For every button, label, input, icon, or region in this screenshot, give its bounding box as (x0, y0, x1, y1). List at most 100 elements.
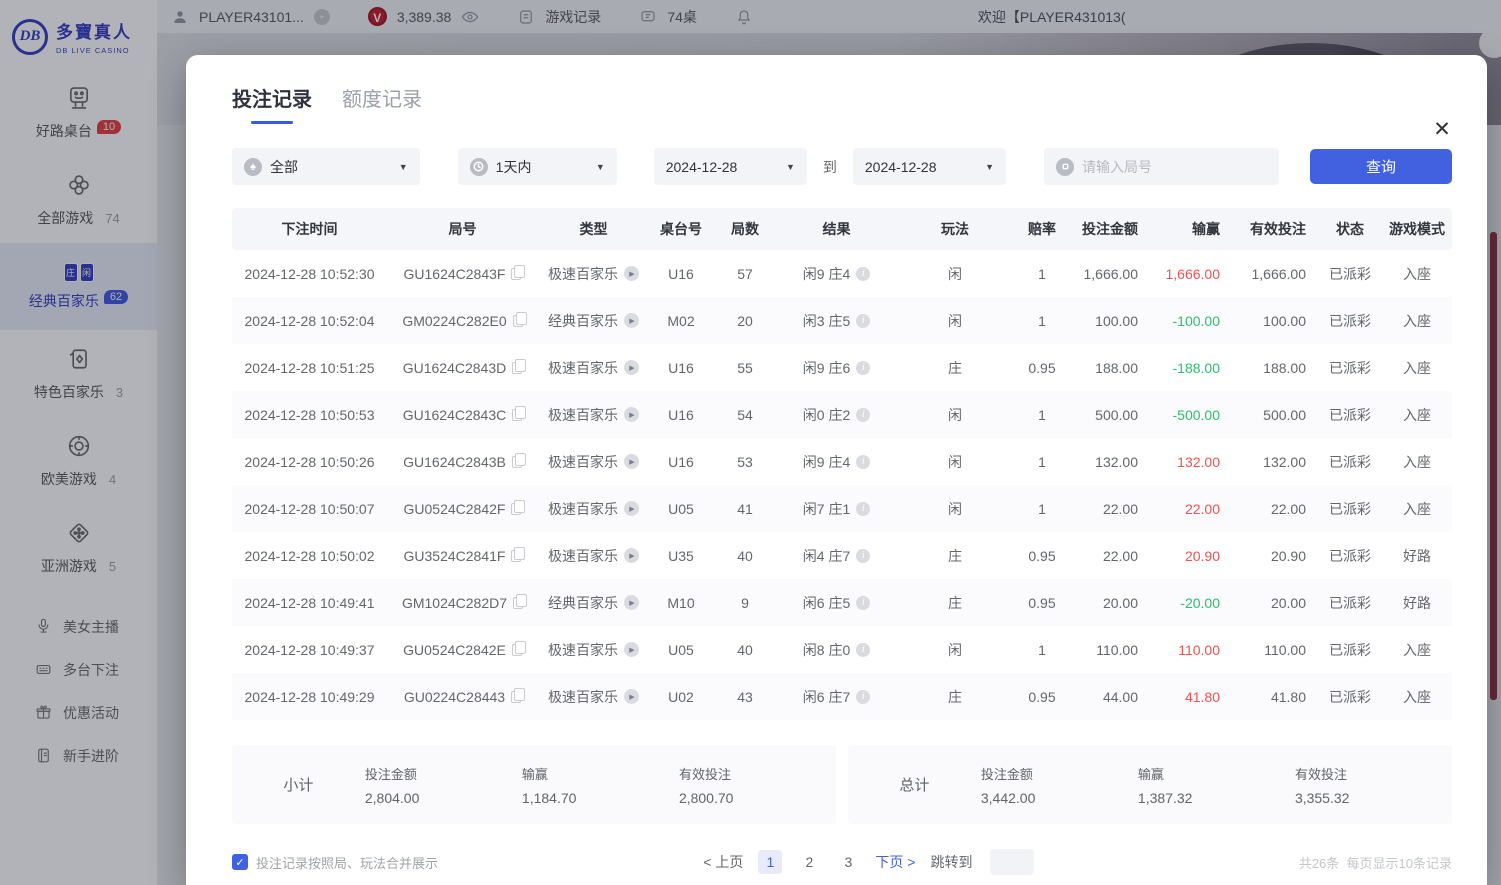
info-icon[interactable]: i (856, 455, 870, 469)
caret-down-icon: ▼ (596, 162, 605, 172)
cell-winloss: 41.80 (1150, 689, 1232, 705)
play-icon[interactable]: ▶ (624, 642, 639, 657)
info-icon[interactable]: i (856, 314, 870, 328)
copy-icon[interactable] (512, 644, 522, 656)
cell-result: 闲8 庄0 i (777, 640, 896, 660)
cell-odds: 0.95 (1014, 360, 1070, 376)
copy-icon[interactable] (512, 456, 522, 468)
col-header-valid-bet: 有效投注 (1232, 219, 1318, 239)
info-icon[interactable]: i (856, 267, 870, 281)
cell-winloss: 22.00 (1150, 501, 1232, 517)
date-to-label: 到 (823, 157, 837, 177)
copy-icon[interactable] (512, 409, 522, 421)
cell-result: 闲6 庄5 i (777, 593, 896, 613)
cell-valid-bet: 132.00 (1232, 454, 1318, 470)
subtotal-valid: 有效投注 2,800.70 (679, 764, 836, 806)
betting-records-table: 下注时间 局号 类型 桌台号 局数 结果 玩法 赔率 投注金额 输赢 有效投注 … (232, 208, 1452, 720)
cell-valid-bet: 188.00 (1232, 360, 1318, 376)
copy-icon[interactable] (511, 268, 521, 280)
subtotal-label: 小计 (232, 774, 365, 795)
copy-icon[interactable] (511, 691, 521, 703)
next-page-button[interactable]: 下页 > (875, 852, 915, 872)
cell-bet-time: 2024-12-28 10:50:53 (232, 407, 387, 423)
cell-play: 闲 (896, 452, 1014, 472)
time-range-select[interactable]: 1天内 ▼ (458, 148, 617, 185)
cell-games: 55 (713, 360, 777, 376)
copy-icon[interactable] (513, 597, 523, 609)
copy-icon[interactable] (513, 315, 523, 327)
info-icon[interactable]: i (856, 549, 870, 563)
date-to-picker[interactable]: 2024-12-28 ▼ (853, 148, 1006, 185)
play-icon[interactable]: ▶ (624, 407, 639, 422)
page-button-2[interactable]: 2 (797, 850, 821, 874)
subtotal-block: 小计 投注金额 2,804.00 输赢 1,184.70 有效投注 2,800.… (232, 745, 836, 824)
cell-round: GU3524C2841F (387, 548, 538, 564)
total-block: 总计 投注金额 3,442.00 输赢 1,387.32 有效投注 3,355.… (848, 745, 1452, 824)
copy-icon[interactable] (511, 550, 521, 562)
table-body: 2024-12-28 10:52:30 GU1624C2843F 极速百家乐 ▶… (232, 250, 1452, 720)
cell-games: 43 (713, 689, 777, 705)
cell-type: 极速百家乐 ▶ (538, 546, 649, 566)
close-icon[interactable]: ✕ (1429, 117, 1455, 143)
game-type-select[interactable]: ♠ 全部 ▼ (232, 148, 420, 185)
info-icon[interactable]: i (856, 596, 870, 610)
play-icon[interactable]: ▶ (624, 689, 639, 704)
play-icon[interactable]: ▶ (624, 266, 639, 281)
cell-game-mode: 入座 (1382, 687, 1452, 707)
cell-game-mode: 入座 (1382, 311, 1452, 331)
merge-checkbox[interactable]: ✓ (232, 854, 248, 870)
cell-round: GU0524C2842F (387, 501, 538, 517)
cell-round: GU0224C28443 (387, 689, 538, 705)
table-row: 2024-12-28 10:50:02 GU3524C2841F 极速百家乐 ▶… (232, 532, 1452, 579)
caret-down-icon: ▼ (985, 162, 994, 172)
total-winloss: 输赢 1,387.32 (1138, 764, 1295, 806)
cell-valid-bet: 20.90 (1232, 548, 1318, 564)
cell-bet-amount: 100.00 (1070, 313, 1150, 329)
cell-games: 40 (713, 642, 777, 658)
play-icon[interactable]: ▶ (624, 454, 639, 469)
cell-table: U35 (649, 548, 713, 564)
col-header-game-mode: 游戏模式 (1382, 219, 1452, 239)
cell-status: 已派彩 (1318, 593, 1382, 613)
cell-bet-time: 2024-12-28 10:50:07 (232, 501, 387, 517)
cell-play: 闲 (896, 640, 1014, 660)
table-row: 2024-12-28 10:50:53 GU1624C2843C 极速百家乐 ▶… (232, 391, 1452, 438)
play-icon[interactable]: ▶ (624, 360, 639, 375)
col-header-games: 局数 (713, 219, 777, 239)
cell-winloss: 20.90 (1150, 548, 1232, 564)
cell-odds: 0.95 (1014, 548, 1070, 564)
table-row: 2024-12-28 10:50:07 GU0524C2842F 极速百家乐 ▶… (232, 485, 1452, 532)
info-icon[interactable]: i (856, 502, 870, 516)
tab-quota-records[interactable]: 额度记录 (342, 83, 422, 124)
cell-bet-time: 2024-12-28 10:52:30 (232, 266, 387, 282)
cell-bet-time: 2024-12-28 10:50:26 (232, 454, 387, 470)
jump-page-input[interactable] (990, 849, 1034, 875)
prev-page-button[interactable]: < 上页 (703, 852, 743, 872)
copy-icon[interactable] (512, 362, 522, 374)
cell-type: 经典百家乐 ▶ (538, 593, 649, 613)
cell-winloss: 1,666.00 (1150, 266, 1232, 282)
page-button-3[interactable]: 3 (836, 850, 860, 874)
info-icon[interactable]: i (856, 408, 870, 422)
page-button-1[interactable]: 1 (758, 850, 782, 874)
play-icon[interactable]: ▶ (624, 595, 639, 610)
play-icon[interactable]: ▶ (624, 313, 639, 328)
date-from-picker[interactable]: 2024-12-28 ▼ (654, 148, 807, 185)
info-icon[interactable]: i (856, 643, 870, 657)
copy-icon[interactable] (511, 503, 521, 515)
cell-odds: 1 (1014, 313, 1070, 329)
search-button[interactable]: 查询 (1310, 149, 1452, 184)
table-row: 2024-12-28 10:52:30 GU1624C2843F 极速百家乐 ▶… (232, 250, 1452, 297)
cell-type: 极速百家乐 ▶ (538, 264, 649, 284)
info-icon[interactable]: i (856, 361, 870, 375)
cell-valid-bet: 1,666.00 (1232, 266, 1318, 282)
cell-result: 闲9 庄4 i (777, 264, 896, 284)
cell-type: 经典百家乐 ▶ (538, 311, 649, 331)
play-icon[interactable]: ▶ (624, 501, 639, 516)
round-number-field[interactable] (1044, 148, 1279, 185)
info-icon[interactable]: i (856, 690, 870, 704)
cell-games: 57 (713, 266, 777, 282)
tab-betting-records[interactable]: 投注记录 (232, 83, 312, 124)
play-icon[interactable]: ▶ (624, 548, 639, 563)
round-number-input[interactable] (1082, 159, 1267, 175)
